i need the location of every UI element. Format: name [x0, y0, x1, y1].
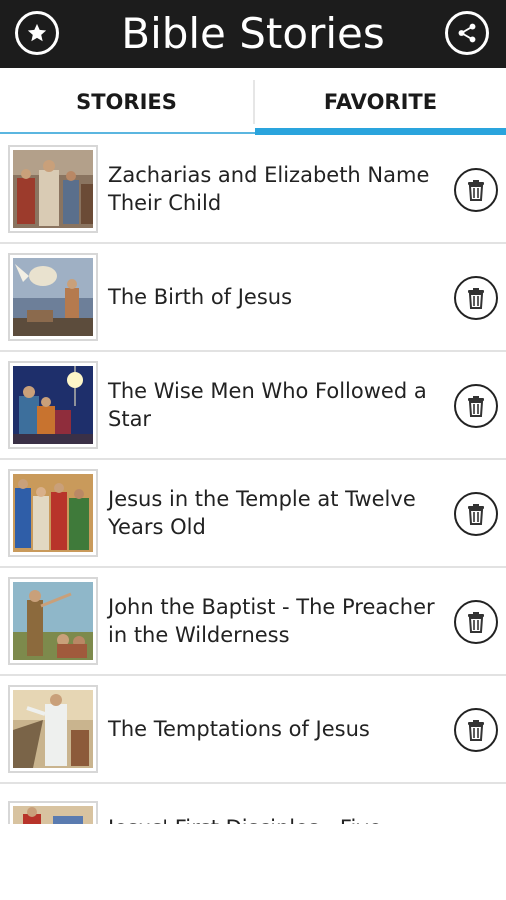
page-title: Bible Stories [121, 9, 385, 58]
app-screen: Bible Stories STORIES FAVORITE Zacharias… [0, 0, 506, 900]
tab-stories[interactable]: STORIES [0, 68, 253, 136]
delete-favorite-button[interactable] [454, 276, 498, 320]
favorites-star-button[interactable] [15, 11, 59, 55]
tab-favorite[interactable]: FAVORITE [255, 68, 506, 136]
app-header: Bible Stories [0, 0, 506, 68]
trash-icon [468, 396, 484, 417]
star-icon [27, 23, 47, 42]
tab-bar: STORIES FAVORITE [0, 68, 506, 136]
empty-bottom-area [0, 824, 506, 900]
delete-favorite-button[interactable] [454, 708, 498, 752]
delete-favorite-button[interactable] [454, 384, 498, 428]
story-title: The Temptations of Jesus [108, 717, 370, 741]
story-thumbnail [8, 145, 98, 233]
list-item[interactable]: The Birth of Jesus [0, 244, 506, 352]
story-thumbnail [8, 361, 98, 449]
trash-icon [468, 612, 484, 633]
story-thumbnail [8, 253, 98, 341]
tab-underline [0, 132, 255, 134]
trash-icon [468, 720, 484, 741]
share-button[interactable] [445, 11, 489, 55]
story-title: The Wise Men Who Followed a Star [108, 379, 427, 431]
delete-favorite-button[interactable] [454, 492, 498, 536]
share-icon [458, 23, 476, 43]
list-item[interactable]: Jesus' First Disciples - Five [0, 792, 506, 824]
delete-favorite-button[interactable] [454, 168, 498, 212]
list-item[interactable]: Jesus in the Temple at Twelve Years Old [0, 460, 506, 568]
story-title: Zacharias and Elizabeth Name Their Child [108, 163, 430, 215]
delete-favorite-button[interactable] [454, 600, 498, 644]
row-divider [0, 782, 506, 784]
story-thumbnail [8, 685, 98, 773]
story-thumbnail [8, 577, 98, 665]
story-thumbnail [8, 469, 98, 557]
story-title: The Birth of Jesus [108, 285, 293, 309]
favorite-stories-list[interactable]: Zacharias and Elizabeth Name Their Child [0, 136, 506, 824]
list-item[interactable]: Zacharias and Elizabeth Name Their Child [0, 136, 506, 244]
story-thumbnail [8, 801, 98, 824]
story-title: Jesus' First Disciples - Five [108, 792, 448, 824]
trash-icon [468, 288, 484, 309]
trash-icon [468, 504, 484, 525]
list-item[interactable]: The Temptations of Jesus [0, 676, 506, 784]
trash-icon [468, 180, 484, 201]
list-item[interactable]: John the Baptist - The Preacher in the W… [0, 568, 506, 676]
story-title: Jesus in the Temple at Twelve Years Old [108, 487, 416, 539]
list-item[interactable]: The Wise Men Who Followed a Star [0, 352, 506, 460]
tab-selected-indicator [255, 128, 506, 135]
story-title: John the Baptist - The Preacher in the W… [108, 595, 435, 647]
